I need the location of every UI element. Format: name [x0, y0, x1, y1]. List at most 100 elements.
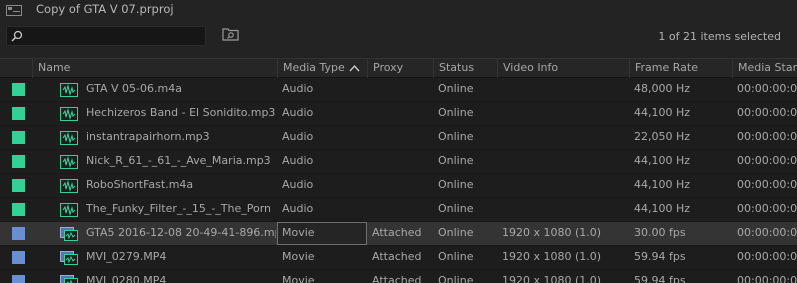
media-row[interactable]: RoboShortFast.m4a Audio Online 44,100 Hz 00:…: [0, 174, 797, 198]
find-bin-icon[interactable]: [222, 27, 239, 41]
proxy-cell: Attached: [372, 250, 422, 263]
video-info-cell: 1920 x 1080 (1.0): [502, 250, 602, 263]
label-color-swatch[interactable]: [12, 107, 25, 120]
label-color-swatch[interactable]: [12, 83, 25, 96]
media-row[interactable]: The_Funky_Filter_-_15_-_The_Porn Audio Onl…: [0, 198, 797, 222]
media-row[interactable]: Hechizeros Band - El Sonidito.mp3 Audio On…: [0, 102, 797, 126]
column-header-media-type[interactable]: Media Type: [277, 59, 367, 78]
clip-name: Nick_R_61_-_61_-_Ave_Maria.mp3: [86, 154, 271, 167]
media-type-cell: Audio: [282, 178, 314, 191]
column-header-status[interactable]: Status: [433, 59, 497, 78]
clip-name: Hechizeros Band - El Sonidito.mp3: [86, 106, 276, 119]
video-info-cell: [497, 198, 629, 221]
clip-name: GTA V 05-06.m4a: [86, 82, 182, 95]
audio-clip-icon: [60, 107, 78, 121]
label-color-swatch[interactable]: [12, 227, 25, 240]
frame-rate-cell: 22,050 Hz: [634, 130, 691, 143]
proxy-cell: [367, 102, 433, 125]
proxy-cell: [367, 198, 433, 221]
media-row[interactable]: MVI_0280.MP4 Movie Attached Online 1920 x 10…: [0, 270, 797, 283]
clip-name: instantrapairhorn.mp3: [86, 130, 210, 143]
clip-name: MVI_0279.MP4: [86, 250, 167, 263]
media-type-cell: Movie: [282, 274, 315, 283]
label-color-swatch[interactable]: [12, 131, 25, 144]
audio-clip-icon: [60, 203, 78, 217]
video-info-cell: [497, 126, 629, 149]
proxy-cell: [367, 150, 433, 173]
status-cell: Online: [438, 130, 474, 143]
frame-rate-cell: 44,100 Hz: [634, 106, 691, 119]
search-icon: [11, 30, 23, 42]
search-input[interactable]: [6, 26, 206, 46]
label-color-swatch[interactable]: [12, 203, 25, 216]
clip-name: RoboShortFast.m4a: [86, 178, 194, 191]
media-start-cell: 00:00:00:0: [737, 226, 797, 239]
column-header-label[interactable]: [0, 59, 32, 78]
proxy-cell: [367, 78, 433, 101]
media-row[interactable]: GTA5 2016-12-08 20-49-41-896.mp4 Movie Att…: [0, 222, 797, 246]
video-info-cell: [497, 174, 629, 197]
video-clip-icon: [60, 275, 78, 283]
proxy-cell: [367, 126, 433, 149]
media-row[interactable]: MVI_0279.MP4 Movie Attached Online 1920 x 10…: [0, 246, 797, 270]
label-color-swatch[interactable]: [12, 251, 25, 264]
frame-rate-cell: 48,000 Hz: [634, 82, 691, 95]
audio-clip-icon: [60, 131, 78, 145]
media-type-cell: Audio: [282, 202, 314, 215]
audio-clip-icon: [60, 179, 78, 193]
project-toolbar: 1 of 21 items selected: [0, 20, 797, 58]
media-list: GTA V 05-06.m4a Audio Online 48,000 Hz 00:00…: [0, 78, 797, 283]
clip-name: The_Funky_Filter_-_15_-_The_Porn: [86, 202, 272, 215]
media-row[interactable]: GTA V 05-06.m4a Audio Online 48,000 Hz 00:00…: [0, 78, 797, 102]
frame-rate-cell: 30.00 fps: [634, 226, 686, 239]
column-header-media-type-label: Media Type: [283, 61, 345, 74]
media-type-cell: Movie: [277, 222, 367, 245]
audio-clip-icon: [60, 83, 78, 97]
proxy-cell: Attached: [372, 226, 422, 239]
media-start-cell: 00:00:00:0: [737, 202, 797, 215]
audio-clip-icon: [60, 155, 78, 169]
media-type-cell: Audio: [282, 82, 314, 95]
clip-name: MVI_0280.MP4: [86, 274, 167, 283]
status-cell: Online: [438, 82, 474, 95]
media-start-cell: 00:00:00:0: [737, 82, 797, 95]
media-row[interactable]: instantrapairhorn.mp3 Audio Online 22,050 H…: [0, 126, 797, 150]
video-clip-icon: [60, 251, 78, 265]
selection-count: 1 of 21 items selected: [658, 30, 781, 43]
media-type-cell: Audio: [282, 154, 314, 167]
label-color-swatch[interactable]: [12, 155, 25, 168]
sort-ascending-icon: [349, 64, 360, 72]
status-cell: Online: [438, 178, 474, 191]
column-header-name[interactable]: Name: [32, 59, 277, 78]
video-info-cell: [497, 150, 629, 173]
label-color-swatch[interactable]: [12, 275, 25, 283]
video-info-cell: 1920 x 1080 (1.0): [502, 274, 602, 283]
project-title-bar: Copy of GTA V 07.prproj: [0, 0, 797, 20]
frame-rate-cell: 59.94 fps: [634, 250, 686, 263]
status-cell: Online: [438, 274, 474, 283]
frame-rate-cell: 44,100 Hz: [634, 154, 691, 167]
column-header-video-info[interactable]: Video Info: [497, 59, 629, 78]
media-row[interactable]: Nick_R_61_-_61_-_Ave_Maria.mp3 Audio Onlin…: [0, 150, 797, 174]
status-cell: Online: [438, 250, 474, 263]
media-type-cell: Audio: [282, 130, 314, 143]
status-cell: Online: [438, 106, 474, 119]
proxy-cell: [367, 174, 433, 197]
media-start-cell: 00:00:00:0: [737, 250, 797, 263]
label-color-swatch[interactable]: [12, 179, 25, 192]
frame-rate-cell: 44,100 Hz: [634, 178, 691, 191]
column-header-frame-rate[interactable]: Frame Rate: [629, 59, 732, 78]
clip-name: GTA5 2016-12-08 20-49-41-896.mp4: [86, 226, 276, 239]
column-header-row: Name Media Type Proxy Status Video Info …: [0, 58, 797, 78]
media-start-cell: 00:00:00:0: [737, 106, 797, 119]
video-info-cell: [497, 102, 629, 125]
video-clip-icon: [60, 227, 78, 241]
column-header-media-start[interactable]: Media Star: [732, 59, 797, 78]
media-start-cell: 00:00:00:0: [737, 178, 797, 191]
media-start-cell: 00:00:00:0: [737, 154, 797, 167]
media-start-cell: 00:00:00:0: [737, 130, 797, 143]
frame-rate-cell: 44,100 Hz: [634, 202, 691, 215]
column-header-proxy[interactable]: Proxy: [367, 59, 433, 78]
media-start-cell: 00:00:00:0: [737, 274, 797, 283]
status-cell: Online: [438, 154, 474, 167]
